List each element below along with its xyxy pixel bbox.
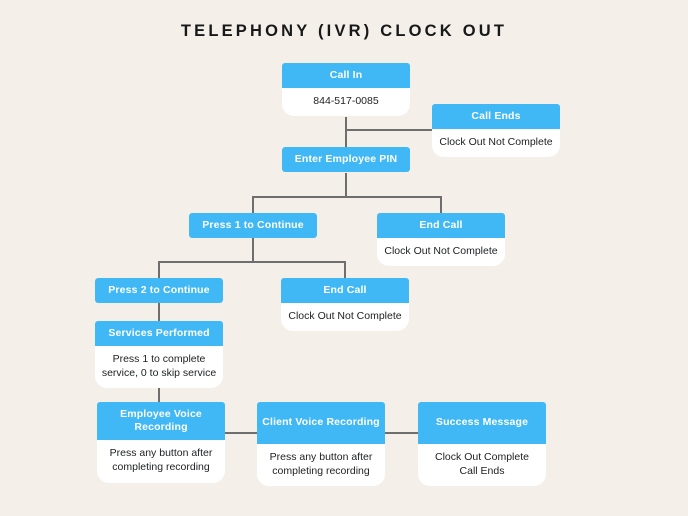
node-employee-voice-recording-body-line1: Press any button after (109, 447, 213, 460)
node-call-in-body-line1: 844-517-0085 (313, 95, 379, 108)
node-employee-voice-recording-body: Press any button after completing record… (97, 440, 225, 483)
node-services-performed-header: Services Performed (95, 321, 223, 347)
node-services-performed[interactable]: Services Performed Press 1 to complete s… (95, 321, 223, 389)
node-services-performed-body-line1: Press 1 to complete (112, 353, 206, 366)
connector-client-rec-to-success (382, 432, 419, 434)
page-title: Telephony (IVR) Clock Out (180, 22, 508, 40)
node-end-call-2-body-line1: Clock Out Not Complete (288, 310, 402, 323)
node-services-performed-body: Press 1 to complete service, 0 to skip s… (95, 346, 223, 389)
node-client-voice-recording-body: Press any button after completing record… (257, 444, 385, 487)
node-success-message[interactable]: Success Message Clock Out Complete Call … (418, 402, 546, 487)
connector-pin-split (252, 196, 441, 198)
connector-pin-down (345, 173, 347, 197)
node-employee-voice-recording[interactable]: Employee Voice Recording Press any butto… (97, 402, 225, 483)
node-employee-voice-recording-body-line2: completing recording (112, 461, 210, 474)
node-services-performed-body-line2: service, 0 to skip service (101, 367, 217, 380)
connector-press1-down (252, 238, 254, 262)
node-press-1-to-continue[interactable]: Press 1 to Continue (189, 213, 317, 239)
node-client-voice-recording[interactable]: Client Voice Recording Press any button … (257, 402, 385, 487)
connector-press2-to-services (158, 303, 160, 321)
node-call-ends-header: Call Ends (432, 104, 560, 130)
node-end-call-1[interactable]: End Call Clock Out Not Complete (377, 213, 505, 267)
node-enter-employee-pin-header: Enter Employee PIN (282, 147, 410, 173)
node-success-message-body-line2: Call Ends (459, 465, 505, 478)
flowchart-canvas: Telephony (IVR) Clock Out Call In 844-51… (0, 0, 688, 516)
node-client-voice-recording-body-line1: Press any button after (269, 451, 373, 464)
node-call-in[interactable]: Call In 844-517-0085 (282, 63, 410, 117)
node-success-message-body-line1: Clock Out Complete (435, 451, 529, 464)
connector-employee-to-client-rec (225, 432, 260, 434)
node-end-call-1-header: End Call (377, 213, 505, 239)
node-client-voice-recording-header: Client Voice Recording (257, 402, 385, 445)
node-client-voice-recording-body-line2: completing recording (272, 465, 370, 478)
node-enter-employee-pin[interactable]: Enter Employee PIN (282, 147, 410, 173)
node-end-call-2[interactable]: End Call Clock Out Not Complete (281, 278, 409, 332)
node-call-ends[interactable]: Call Ends Clock Out Not Complete (432, 104, 560, 158)
node-end-call-2-body: Clock Out Not Complete (281, 303, 409, 332)
node-employee-voice-recording-header-line1: Employee Voice (120, 408, 202, 420)
node-end-call-1-body: Clock Out Not Complete (377, 238, 505, 267)
node-success-message-body: Clock Out Complete Call Ends (418, 444, 546, 487)
node-employee-voice-recording-header-line2: Recording (134, 421, 188, 434)
node-end-call-1-body-line1: Clock Out Not Complete (384, 245, 498, 258)
node-call-ends-body-line1: Clock Out Not Complete (439, 136, 553, 149)
connector-callin-to-callends (345, 129, 435, 131)
node-press-2-to-continue-header: Press 2 to Continue (95, 278, 223, 304)
node-call-ends-body: Clock Out Not Complete (432, 129, 560, 158)
node-press-1-to-continue-header: Press 1 to Continue (189, 213, 317, 239)
node-success-message-header: Success Message (418, 402, 546, 445)
node-call-in-body: 844-517-0085 (282, 88, 410, 117)
node-press-2-to-continue[interactable]: Press 2 to Continue (95, 278, 223, 304)
connector-press1-split (158, 261, 345, 263)
node-call-in-header: Call In (282, 63, 410, 89)
node-employee-voice-recording-header: Employee Voice Recording (97, 402, 225, 441)
node-end-call-2-header: End Call (281, 278, 409, 304)
